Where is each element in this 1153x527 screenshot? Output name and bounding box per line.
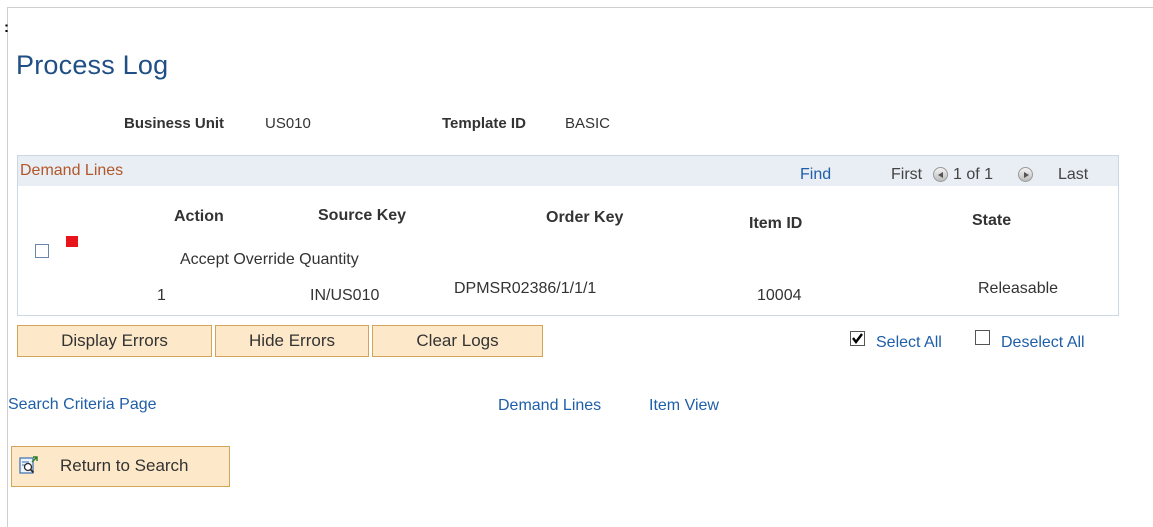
- cell-state: Releasable: [978, 280, 1059, 297]
- template-id-value: BASIC: [565, 115, 611, 132]
- select-all-link[interactable]: Select All: [876, 334, 942, 352]
- row-select-checkbox[interactable]: [35, 244, 49, 258]
- grid-title: Demand Lines: [20, 162, 124, 179]
- error-flag-icon: [66, 236, 78, 247]
- next-arrow-icon[interactable]: [1018, 167, 1033, 182]
- cell-order-key: DPMSR02386/1/1/1: [454, 280, 597, 297]
- first-link[interactable]: First: [891, 166, 922, 184]
- item-view-link[interactable]: Item View: [649, 397, 719, 415]
- clear-logs-button[interactable]: Clear Logs: [372, 325, 543, 357]
- demand-lines-link[interactable]: Demand Lines: [498, 397, 601, 415]
- hide-errors-button[interactable]: Hide Errors: [215, 325, 369, 357]
- column-header-action: Action: [174, 208, 224, 225]
- row-message: Accept Override Quantity: [180, 251, 359, 268]
- column-header-source-key: Source Key: [318, 207, 407, 224]
- corner-mark: :: [4, 19, 9, 36]
- cell-source-key: IN/US010: [310, 287, 380, 304]
- search-return-icon: [19, 456, 39, 476]
- return-to-search-label: Return to Search: [60, 456, 189, 475]
- page-title: Process Log: [16, 50, 169, 80]
- column-header-item-id: Item ID: [749, 215, 803, 232]
- demand-lines-grid: Demand Lines Find First 1 of 1 Last Acti…: [17, 155, 1119, 316]
- column-header-state: State: [972, 212, 1012, 229]
- page-count: 1 of 1: [953, 166, 994, 183]
- page-frame-top-border: [7, 7, 1153, 8]
- template-id-label: Template ID: [442, 115, 526, 132]
- page-frame-left-border: [7, 7, 8, 527]
- find-link[interactable]: Find: [800, 166, 831, 184]
- previous-arrow-icon[interactable]: [933, 167, 948, 182]
- deselect-all-box-icon[interactable]: [975, 330, 990, 345]
- grid-header-bar: Demand Lines Find First 1 of 1 Last: [18, 156, 1118, 186]
- cell-action: 1: [157, 287, 166, 304]
- display-errors-button[interactable]: Display Errors: [17, 325, 212, 357]
- last-link[interactable]: Last: [1058, 166, 1088, 184]
- deselect-all-link[interactable]: Deselect All: [1001, 334, 1085, 352]
- business-unit-value: US010: [265, 115, 311, 132]
- return-to-search-button[interactable]: Return to Search: [11, 446, 230, 487]
- select-all-checked-icon[interactable]: [850, 331, 865, 346]
- cell-item-id: 10004: [757, 287, 802, 304]
- business-unit-label: Business Unit: [124, 115, 225, 132]
- search-criteria-page-link[interactable]: Search Criteria Page: [8, 396, 157, 414]
- column-header-order-key: Order Key: [546, 209, 624, 226]
